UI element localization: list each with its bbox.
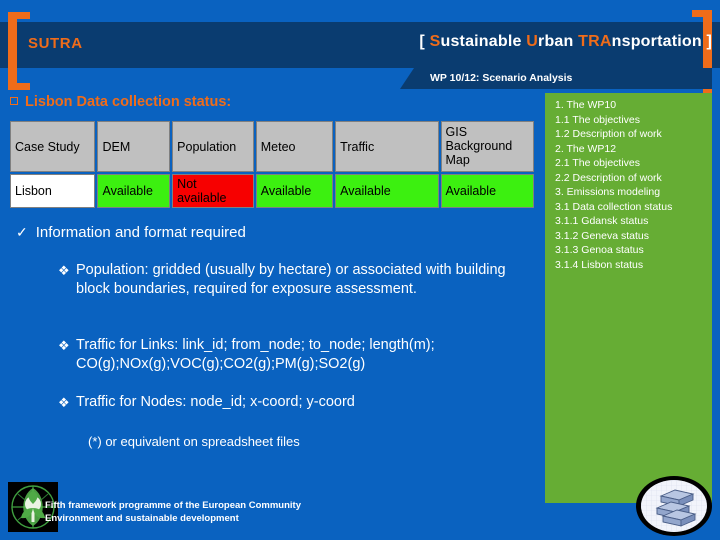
page-title-segment: [ (419, 33, 430, 50)
cell-population-status: Not available (172, 174, 254, 208)
outline-item-9[interactable]: 3.1.2 Geneva status (555, 229, 708, 244)
page-title-segment: TRA (578, 33, 612, 50)
table-body: Lisbon Available Not available Available… (10, 174, 534, 208)
page-title-segment: ustainable (440, 33, 527, 50)
bullet-information-format-label: Information and format required (35, 224, 246, 241)
outline-item-3[interactable]: 2. The WP12 (555, 142, 708, 157)
bullet-traffic-nodes: ❖ Traffic for Nodes: node_id; x-coord; y… (58, 393, 528, 412)
page-title-segment: rban (538, 33, 579, 50)
page-title-segment: U (526, 33, 539, 50)
diamond-bullet-icon: ❖ (58, 263, 70, 278)
outline-item-2[interactable]: 1.2 Description of work (555, 127, 708, 142)
column-header-gis-background-map: GIS Background Map (440, 121, 534, 172)
outline-item-8[interactable]: 3.1.1 Gdansk status (555, 214, 708, 229)
outline-item-10[interactable]: 3.1.3 Genoa status (555, 243, 708, 258)
diamond-bullet-icon: ❖ (58, 338, 70, 353)
table-row: Lisbon Available Not available Available… (10, 174, 534, 208)
footer-line-1: Fifth framework programme of the Europea… (45, 500, 301, 511)
page-title-segment: S (429, 33, 441, 50)
footnote-equivalent-spreadsheet: (*) or equivalent on spreadsheet files (88, 434, 300, 449)
sutra-emblem-inner (641, 480, 707, 532)
outline-item-6[interactable]: 3. Emissions modeling (555, 185, 708, 200)
bullet-traffic-links-label: Traffic for Links: link_id; from_node; t… (76, 337, 435, 372)
section-heading: Lisbon Data collection status: (10, 94, 231, 110)
bullet-information-format: ✓ Information and format required (16, 224, 246, 241)
bullet-traffic-links: ❖ Traffic for Links: link_id; from_node;… (58, 336, 548, 374)
cell-gis-status: Available (440, 174, 534, 208)
project-logo-text: SUTRA (28, 35, 83, 52)
workpackage-banner-label: WP 10/12: Scenario Analysis (430, 72, 573, 84)
column-header-dem: DEM (97, 121, 171, 172)
page-title-segment: nsportation ] (611, 33, 712, 50)
table-header-row: Case Study DEM Population Meteo Traffic … (10, 121, 534, 172)
column-header-traffic: Traffic (335, 121, 439, 172)
outline-item-7[interactable]: 3.1 Data collection status (555, 200, 708, 215)
page-title: [ Sustainable Urban TRAnsportation ] (300, 33, 712, 51)
cell-traffic-status: Available (335, 174, 439, 208)
outline-item-5[interactable]: 2.2 Description of work (555, 171, 708, 186)
outline-item-4[interactable]: 2.1 The objectives (555, 156, 708, 171)
outline-list: 1. The WP10 1.1 The objectives 1.2 Descrip… (555, 98, 708, 272)
column-header-case-study: Case Study (10, 121, 96, 172)
checkmark-icon: ✓ (16, 224, 28, 240)
diamond-bullet-icon: ❖ (58, 395, 70, 410)
footer-text: Fifth framework programme of the Europea… (45, 499, 301, 525)
sutra-emblem-graphic (641, 480, 707, 532)
footer-line-2: Environment and sustainable development (45, 513, 239, 524)
table-header: Case Study DEM Population Meteo Traffic … (10, 121, 534, 172)
outline-item-0[interactable]: 1. The WP10 (555, 98, 708, 113)
column-header-meteo: Meteo (255, 121, 334, 172)
cell-meteo-status: Available (255, 174, 334, 208)
section-heading-label: Lisbon Data collection status: (25, 94, 232, 110)
workpackage-banner: WP 10/12: Scenario Analysis (400, 68, 712, 89)
data-collection-status-table: Case Study DEM Population Meteo Traffic … (8, 119, 536, 210)
square-bullet-icon (10, 97, 18, 105)
cell-dem-status: Available (97, 174, 171, 208)
outline-item-11[interactable]: 3.1.4 Lisbon status (555, 258, 708, 273)
outline-panel: 1. The WP10 1.1 The objectives 1.2 Descrip… (545, 93, 712, 503)
slide-canvas: SUTRA [ Sustainable Urban TRAnsportation… (0, 0, 720, 540)
bullet-population-label: Population: gridded (usually by hectare)… (76, 262, 506, 297)
page-title-text: [ Sustainable Urban TRAnsportation ] (419, 33, 712, 50)
bullet-traffic-nodes-label: Traffic for Nodes: node_id; x-coord; y-c… (76, 394, 355, 410)
decorative-bracket-left-icon (8, 12, 30, 90)
cell-case-study: Lisbon (10, 174, 96, 208)
bullet-population: ❖ Population: gridded (usually by hectar… (58, 261, 528, 299)
sutra-emblem-icon (636, 476, 712, 536)
column-header-population: Population (172, 121, 254, 172)
outline-item-1[interactable]: 1.1 The objectives (555, 113, 708, 128)
